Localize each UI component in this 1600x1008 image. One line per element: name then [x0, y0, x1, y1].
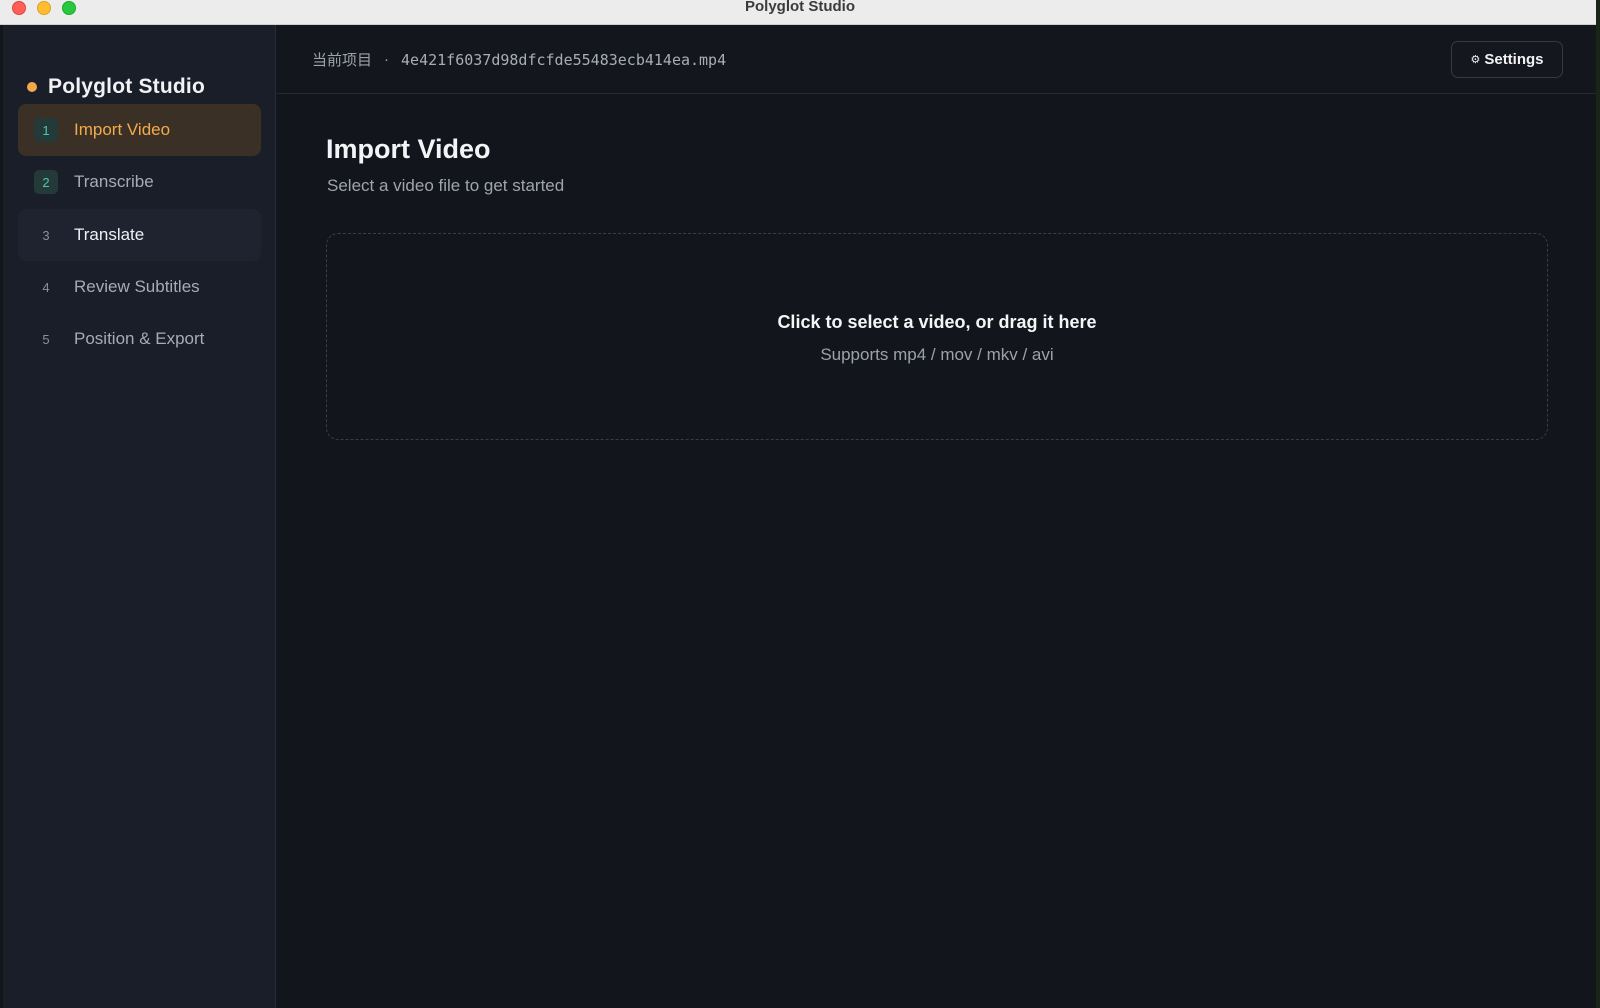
desktop-edge	[1596, 0, 1600, 1008]
step-transcribe[interactable]: 2 Transcribe	[18, 156, 261, 208]
step-label: Review Subtitles	[74, 277, 200, 296]
window-title: Polyglot Studio	[745, 0, 855, 15]
step-position-export[interactable]: 5 Position & Export	[18, 313, 261, 365]
step-label: Transcribe	[74, 172, 154, 191]
project-label: 当前项目	[312, 52, 373, 69]
separator: ·	[384, 51, 390, 68]
dropzone-title: Click to select a video, or drag it here	[777, 312, 1097, 332]
page-subtitle: Select a video file to get started	[327, 176, 565, 195]
step-number: 1	[34, 118, 58, 142]
step-number: 5	[42, 331, 50, 347]
current-project: 当前项目 · 4e421f6037d98dfcfde55483ecb414ea.…	[312, 49, 726, 70]
brand-dot-icon	[27, 82, 37, 92]
app-window: Polyglot Studio Polyglot Studio 1 Import…	[0, 0, 1600, 1008]
project-file-name: 4e421f6037d98dfcfde55483ecb414ea.mp4	[401, 50, 727, 69]
settings-label: Settings	[1484, 51, 1544, 68]
step-label: Translate	[74, 225, 145, 244]
step-label: Position & Export	[74, 329, 205, 348]
step-label: Import Video	[74, 120, 171, 139]
step-number: 3	[42, 227, 50, 243]
top-bar: 当前项目 · 4e421f6037d98dfcfde55483ecb414ea.…	[277, 25, 1600, 94]
gear-icon: ⚙	[1470, 54, 1481, 66]
step-translate[interactable]: 3 Translate	[18, 209, 261, 261]
step-import-video[interactable]: 1 Import Video	[18, 104, 261, 156]
sidebar: Polyglot Studio 1 Import Video 2 Transcr…	[3, 25, 276, 1008]
step-number: 4	[42, 279, 50, 295]
brand-name: Polyglot Studio	[48, 75, 205, 98]
step-review-subtitles[interactable]: 4 Review Subtitles	[18, 261, 261, 313]
video-dropzone[interactable]: Click to select a video, or drag it here…	[326, 233, 1548, 440]
settings-button[interactable]: ⚙ Settings	[1451, 41, 1563, 78]
page-title: Import Video	[326, 134, 491, 164]
brand: Polyglot Studio	[27, 75, 205, 99]
dropzone-supported-formats: Supports mp4 / mov / mkv / avi	[820, 345, 1054, 364]
step-number: 2	[34, 170, 58, 194]
title-bar: Polyglot Studio	[0, 0, 1600, 25]
